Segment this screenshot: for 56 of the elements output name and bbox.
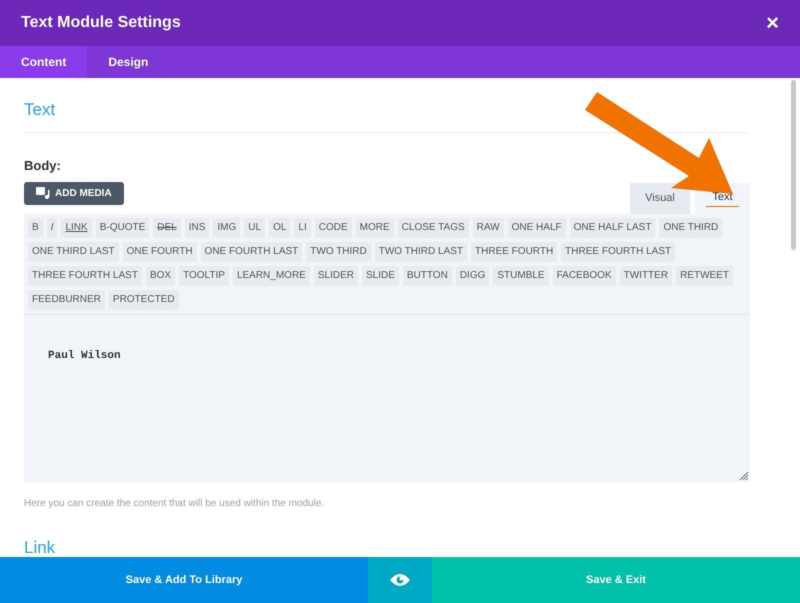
section-title: Text — [24, 99, 56, 121]
quicktag-button[interactable]: SLIDE — [362, 266, 399, 286]
quicktag-button[interactable]: FEEDBURNER — [28, 290, 105, 310]
quicktag-button[interactable]: INS — [184, 218, 210, 238]
section-title: Link — [24, 536, 56, 558]
quicktag-button[interactable]: LINK — [61, 218, 92, 238]
quicktag-button[interactable]: SLIDER — [314, 266, 358, 286]
quicktag-button[interactable]: BUTTON — [402, 266, 452, 286]
quicktag-button[interactable]: LI — [294, 218, 311, 238]
quicktag-button[interactable]: THREE FOURTH — [471, 242, 558, 262]
quicktag-button[interactable]: BOX — [146, 266, 176, 286]
quicktag-button[interactable]: RETWEET — [676, 266, 733, 286]
preview-button[interactable] — [368, 557, 432, 603]
quicktag-button[interactable]: IMG — [213, 218, 240, 238]
quicktag-button[interactable]: ONE THIRD LAST — [28, 242, 119, 262]
quicktag-button[interactable]: ONE THIRD — [659, 218, 722, 238]
quicktag-button[interactable]: PROTECTED — [108, 290, 179, 310]
quicktag-button[interactable]: DIGG — [456, 266, 490, 286]
scrollbar[interactable] — [790, 80, 796, 250]
quicktag-button[interactable]: TWO THIRD — [306, 242, 371, 262]
close-button[interactable]: × — [766, 12, 779, 34]
text-editor[interactable]: Paul Wilson — [24, 314, 750, 482]
quicktag-button[interactable]: TOOLTIP — [179, 266, 229, 286]
quicktag-button[interactable]: LEARN_MORE — [232, 266, 310, 286]
quicktag-button[interactable]: CLOSE TAGS — [398, 218, 469, 238]
editor-text: Paul Wilson — [48, 350, 121, 362]
quicktag-button[interactable]: MORE — [356, 218, 394, 238]
save-to-library-button[interactable]: Save & Add To Library — [0, 557, 368, 603]
quicktag-button[interactable]: ONE HALF — [508, 218, 566, 238]
quicktag-button[interactable]: FACEBOOK — [552, 266, 616, 286]
tab[interactable]: Content — [0, 46, 88, 78]
editor-tab[interactable]: Visual — [630, 182, 690, 214]
help-text: Here you can create the content that will be used within the module. — [24, 496, 326, 510]
quicktag-button[interactable]: TWO THIRD LAST — [374, 242, 468, 262]
quicktag-button[interactable]: ONE FOURTH LAST — [200, 242, 302, 262]
resize-handle-icon[interactable] — [739, 470, 748, 480]
eye-icon — [390, 573, 410, 587]
quicktag-button[interactable]: CODE — [314, 218, 352, 238]
quicktag-button[interactable]: STUMBLE — [493, 266, 549, 286]
quicktag-button[interactable]: TWITTER — [620, 266, 672, 286]
quicktag-button[interactable]: OL — [269, 218, 290, 238]
field-label: Body: — [24, 157, 62, 175]
quicktag-button[interactable]: UL — [244, 218, 266, 238]
quicktag-button[interactable]: ONE FOURTH — [122, 242, 197, 262]
quicktag-button[interactable]: THREE FOURTH LAST — [28, 266, 142, 286]
quicktag-button[interactable]: I — [46, 218, 58, 238]
add-media-button[interactable]: ADD MEDIA — [24, 182, 124, 204]
media-icon — [36, 186, 50, 200]
quicktag-button[interactable]: B — [28, 218, 43, 238]
quicktag-button[interactable]: THREE FOURTH LAST — [561, 242, 676, 262]
window-title: Text Module Settings — [21, 13, 181, 33]
quicktag-button[interactable]: RAW — [472, 218, 504, 238]
quicktag-button[interactable]: ONE HALF LAST — [570, 218, 656, 238]
tab[interactable]: Design — [87, 46, 170, 78]
quicktag-button[interactable]: B-QUOTE — [96, 218, 150, 238]
quicktag-button[interactable]: DEL — [153, 218, 181, 238]
